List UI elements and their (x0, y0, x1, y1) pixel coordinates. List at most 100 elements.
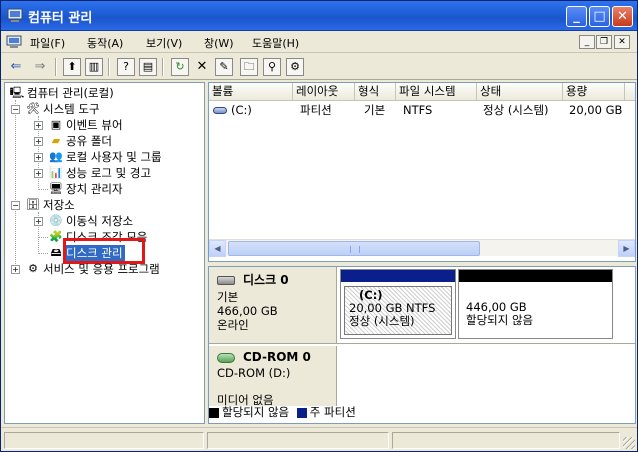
disk-0-row[interactable]: 디스크 0 기본 466,00 GB 온라인 (C:) 20,00 GB NTF… (209, 267, 635, 344)
tools-icon: 🛠 (26, 102, 40, 115)
column-header-volume[interactable]: 볼륨 (209, 83, 293, 101)
expand-perf-logs-icon[interactable]: + (34, 169, 43, 178)
computer-icon[interactable] (6, 34, 22, 50)
legend-primary: 주 파티션 (309, 405, 356, 419)
scroll-left-icon[interactable]: ◀ (209, 240, 226, 257)
volume-list[interactable]: 볼륨 레이아웃 형식 파일 시스템 상태 용량 (C:) 파티션 기본 NTFS… (208, 82, 636, 262)
column-header-file-system[interactable]: 파일 시스템 (396, 83, 477, 101)
settings-icon[interactable]: ⚙ (286, 58, 304, 76)
menu-file[interactable]: 파일(F) (30, 35, 65, 51)
window-title: 컴퓨터 관리 (28, 11, 93, 26)
cdrom-0-info[interactable]: CD-ROM 0 CD-ROM (D:) 미디어 없음 (209, 346, 337, 407)
legend-unallocated: 할당되지 않음 (222, 405, 290, 419)
console-tree[interactable]: 🖳 컴퓨터 관리(로컬) − 🛠 시스템 도구 + ▣ 이벤트 뷰어 + ▰ 공유 폴더… (4, 82, 205, 424)
tree-node-storage[interactable]: 🗄 저장소 (25, 197, 77, 213)
tree-node-event-viewer[interactable]: ▣ 이벤트 뷰어 (48, 117, 125, 133)
collapse-storage-icon[interactable]: − (11, 201, 20, 210)
tree-node-system-tools[interactable]: 🛠 시스템 도구 (25, 101, 102, 117)
tree-node-services[interactable]: ⚙ 서비스 및 응용 프로그램 (25, 261, 162, 277)
search-icon[interactable]: ⚲ (263, 58, 281, 76)
export-icon[interactable]: ✎ (215, 58, 233, 76)
expand-local-users-icon[interactable]: + (34, 153, 43, 162)
partition-unallocated[interactable]: 446,00 GB 할당되지 않음 (458, 269, 613, 339)
horizontal-scrollbar[interactable]: ◀ ▶ (209, 239, 635, 257)
partition-c[interactable]: (C:) 20,00 GB NTFS 정상 (시스템) (340, 269, 456, 339)
refresh-icon[interactable]: ↻ (171, 58, 189, 76)
tree-node-shared-folders[interactable]: ▰ 공유 폴더 (48, 133, 114, 149)
menu-bar: 파일(F) 동작(A) 보기(V) 창(W) 도움말(H) _ ❐ ✕ (1, 31, 637, 53)
disk-0-type: 기본 (217, 290, 239, 304)
row-fs-cell: NTFS (403, 103, 433, 117)
unallocated-swatch (209, 407, 219, 418)
primary-partition-band (341, 270, 455, 282)
tree-node-perf-logs[interactable]: 📊 성능 로그 및 경고 (48, 165, 153, 181)
forward-arrow-icon[interactable]: ⇒ (31, 58, 49, 76)
disk-0-info[interactable]: 디스크 0 기본 466,00 GB 온라인 (209, 267, 337, 343)
tree-line (38, 237, 48, 238)
show-hide-tree-icon[interactable]: ▥ (85, 58, 103, 76)
computer-icon (7, 8, 23, 22)
expand-shared-folders-icon[interactable]: + (34, 137, 43, 146)
row-status-cell: 정상 (시스템) (483, 103, 549, 117)
column-header-extra[interactable] (625, 83, 635, 101)
toolbar: ⇐ ⇒ ⬆ ▥ ? ▤ ↻ ✕ ✎ 🗀 ⚲ ⚙ (1, 54, 637, 80)
delete-icon[interactable]: ✕ (193, 58, 211, 76)
column-header-layout[interactable]: 레이아웃 (293, 83, 355, 101)
tree-node-root[interactable]: 🖳 컴퓨터 관리(로컬) (9, 85, 116, 101)
scrollbar-thumb[interactable] (228, 241, 480, 256)
performance-icon: 📊 (49, 166, 63, 179)
up-folder-icon[interactable]: ⬆ (63, 58, 81, 76)
menu-help[interactable]: 도움말(H) (252, 35, 299, 51)
row-type-cell: 기본 (364, 103, 386, 117)
resize-grip-icon[interactable] (623, 437, 635, 449)
computer-management-window: 컴퓨터 관리 _ □ ✕ 파일(F) 동작(A) 보기(V) 창(W) 도움말(… (0, 0, 638, 452)
tree-node-removable-storage[interactable]: 💿 이동식 저장소 (48, 213, 135, 229)
menu-window[interactable]: 창(W) (204, 35, 234, 51)
column-header-status[interactable]: 상태 (477, 83, 563, 101)
partition-legend: 할당되지 않음 주 파티션 (209, 404, 356, 420)
close-button[interactable]: ✕ (612, 6, 633, 27)
properties-icon[interactable]: ▤ (139, 58, 157, 76)
maximize-button[interactable]: □ (589, 6, 610, 27)
menu-view[interactable]: 보기(V) (146, 35, 182, 51)
column-header-capacity[interactable]: 용량 (563, 83, 625, 101)
cdrom-0-type: CD-ROM (D:) (217, 366, 291, 380)
unallocated-body: 446,00 GB 할당되지 않음 (462, 286, 609, 335)
open-folder-icon[interactable]: 🗀 (240, 58, 258, 76)
event-viewer-icon: ▣ (50, 118, 62, 131)
unallocated-band (459, 270, 612, 282)
menu-action[interactable]: 동작(A) (87, 35, 123, 51)
disk-0-size: 466,00 GB (217, 304, 278, 318)
minimize-button[interactable]: _ (566, 6, 587, 27)
disk-graphical-view[interactable]: 디스크 0 기본 466,00 GB 온라인 (C:) 20,00 GB NTF… (208, 266, 636, 424)
tree-line (38, 189, 48, 190)
partition-c-state: 정상 (시스템) (349, 314, 415, 328)
expand-event-viewer-icon[interactable]: + (34, 121, 43, 130)
expand-services-icon[interactable]: + (11, 265, 20, 274)
tree-node-local-users[interactable]: 👥 로컬 사용자 및 그룹 (48, 149, 164, 165)
computer-icon: 🖳 (9, 86, 25, 99)
tree-node-device-manager[interactable]: 🖥 장치 관리자 (48, 181, 125, 197)
row-volume-cell: (C:) (213, 102, 252, 118)
row-layout-cell: 파티션 (300, 103, 332, 117)
mdi-close-button[interactable]: ✕ (614, 35, 630, 49)
column-header-type[interactable]: 형식 (355, 83, 396, 101)
mdi-restore-button[interactable]: ❐ (596, 35, 612, 49)
title-bar[interactable]: 컴퓨터 관리 _ □ ✕ (1, 1, 637, 31)
services-icon: ⚙ (28, 262, 38, 275)
back-arrow-icon[interactable]: ⇐ (7, 58, 25, 76)
disk-0-status: 온라인 (217, 318, 249, 332)
cdrom-0-name: CD-ROM 0 (243, 350, 311, 364)
primary-swatch (296, 407, 307, 418)
scroll-right-icon[interactable]: ▶ (618, 240, 635, 257)
help-icon[interactable]: ? (117, 58, 135, 76)
grip-icon (350, 246, 360, 253)
drive-icon (213, 107, 227, 114)
disk-management-icon: 🖴 (50, 246, 62, 259)
expand-removable-storage-icon[interactable]: + (34, 217, 43, 226)
cdrom-icon (217, 352, 235, 363)
cdrom-0-row[interactable]: CD-ROM 0 CD-ROM (D:) 미디어 없음 (209, 346, 635, 407)
collapse-system-tools-icon[interactable]: − (11, 105, 20, 114)
mdi-minimize-button[interactable]: _ (579, 35, 595, 49)
tree-line (38, 253, 48, 254)
